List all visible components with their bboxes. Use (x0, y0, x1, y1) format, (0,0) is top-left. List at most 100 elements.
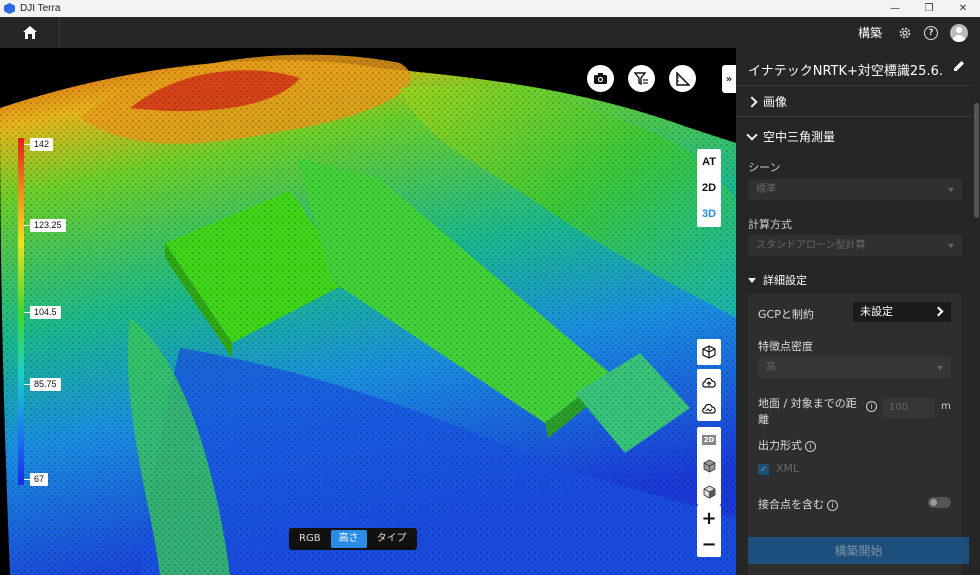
scene-select[interactable]: 標準 (748, 179, 962, 200)
info-icon[interactable]: i (805, 440, 816, 452)
window-title-bar: DJI Terra — ❐ ✕ (0, 0, 980, 17)
view-mode-at[interactable]: AT (697, 149, 721, 175)
zoom-controls: + − (697, 505, 721, 557)
legend-value-min: 67 (30, 473, 49, 486)
tie-points-label: 接合点を含む i (758, 496, 838, 512)
gcp-label: GCPと制約 (758, 308, 814, 321)
measure-button[interactable] (669, 65, 696, 92)
legend-value: 104.5 (30, 306, 61, 319)
feature-density-select[interactable]: 高 (758, 357, 951, 378)
distance-label: 地面 / 対象までの距 (758, 395, 857, 411)
tie-points-text: 接合点を含む (758, 498, 824, 511)
mission-title: イナテックNRTK+対空標識25.6.… (748, 64, 943, 79)
maximize-button[interactable]: ❐ (912, 0, 946, 17)
calc-method-select[interactable]: スタンドアローン型計算 (748, 235, 962, 256)
legend-value: 85.75 (30, 378, 61, 391)
cube-outline-icon (703, 485, 715, 499)
view-mode-switch: AT 2D 3D (697, 149, 721, 227)
dropdown-arrow-icon (948, 188, 954, 192)
home-button[interactable] (0, 17, 60, 48)
height-legend: 142 123.25 104.5 85.75 67 (18, 138, 78, 488)
cloud-icon (702, 403, 716, 414)
model-icon (702, 345, 716, 359)
feature-density-value: 高 (766, 362, 776, 373)
scene-label: シーン (748, 161, 781, 174)
home-icon (22, 26, 37, 39)
screenshot-button[interactable] (587, 65, 614, 92)
app-title: DJI Terra (20, 3, 61, 14)
settings-panel: イナテックNRTK+対空標識25.6.… 画像 空中三角測量 シーン 標準 計算… (736, 48, 980, 575)
gcp-constraints-button[interactable]: 未設定 (853, 302, 951, 322)
chevron-down-icon (746, 128, 758, 141)
images-section-label: 画像 (763, 95, 788, 109)
distance-input[interactable]: 100 (882, 398, 935, 418)
display-tools: 2D (697, 427, 721, 505)
point-cloud-render (0, 48, 736, 575)
legend-value: 123.25 (30, 219, 66, 232)
calc-method-label: 計算方式 (748, 218, 792, 231)
tie-points-toggle[interactable] (928, 497, 951, 508)
info-icon[interactable]: i (827, 499, 838, 511)
avatar[interactable] (950, 23, 968, 42)
close-button[interactable]: ✕ (946, 0, 980, 17)
xml-checkbox[interactable]: ✓ (758, 464, 769, 475)
distance-unit: m (941, 401, 951, 412)
view-mode-3d[interactable]: 3D (697, 201, 721, 227)
chevron-right-icon (746, 95, 758, 108)
start-processing-button[interactable]: 構築開始 (748, 537, 969, 564)
aerotriangulation-section-header[interactable]: 空中三角測量 (746, 128, 836, 145)
model-button[interactable] (697, 339, 721, 365)
images-section-header[interactable]: 画像 (746, 93, 788, 110)
cloud-upload-button[interactable] (697, 369, 721, 395)
color-mode-type[interactable]: タイプ (369, 530, 415, 548)
zoom-in-button[interactable]: + (697, 505, 721, 531)
mode-label[interactable]: 構築 (858, 24, 882, 41)
advanced-settings-label: 詳細設定 (763, 274, 807, 287)
minimize-button[interactable]: — (878, 0, 912, 17)
dropdown-arrow-icon (948, 244, 954, 248)
pencil-icon[interactable] (951, 58, 967, 74)
info-icon[interactable]: i (866, 401, 877, 412)
advanced-settings-header[interactable]: 詳細設定 (748, 272, 807, 288)
distance-label-line1: 地面 / 対象までの距 (758, 397, 857, 410)
output-format-label: 出力形式 i (758, 437, 816, 453)
collapse-panel-button[interactable]: » (722, 65, 736, 93)
divider (736, 116, 972, 117)
model-viewport[interactable]: 142 123.25 104.5 85.75 67 » AT 2D 3D 2D … (0, 48, 736, 575)
color-mode-toggle: RGB 高さ タイプ (289, 528, 417, 550)
app-toolbar: 構築 ? (0, 17, 980, 48)
solid-cube-button[interactable] (697, 453, 721, 479)
calc-method-value: スタンドアローン型計算 (756, 240, 866, 251)
zoom-out-button[interactable]: − (697, 531, 721, 557)
aerotriangulation-label: 空中三角測量 (763, 130, 836, 144)
divider (736, 85, 972, 86)
chevron-right-icon (933, 306, 944, 317)
gear-icon[interactable] (898, 26, 912, 40)
view-mode-2d[interactable]: 2D (697, 175, 721, 201)
panel-scrollbar[interactable] (974, 103, 979, 218)
triangle-down-icon (748, 277, 756, 283)
scene-value: 標準 (756, 184, 776, 195)
2d-icon: 2D (701, 435, 717, 445)
wire-cube-button[interactable] (697, 479, 721, 505)
legend-value-max: 142 (30, 138, 54, 151)
camera-icon (594, 73, 607, 84)
color-mode-rgb[interactable]: RGB (291, 530, 329, 548)
cube-icon (703, 459, 715, 473)
cloud-upload-icon (702, 377, 716, 388)
cloud-tools (697, 369, 721, 421)
color-mode-height[interactable]: 高さ (330, 530, 367, 548)
distance-label-line2: 離 (758, 413, 769, 426)
ruler-icon (675, 71, 690, 86)
app-logo-icon (4, 3, 15, 14)
help-icon[interactable]: ? (924, 25, 938, 40)
dropdown-arrow-icon (937, 366, 943, 370)
model-tools (697, 339, 721, 365)
filter-button[interactable] (628, 65, 655, 92)
output-format-text: 出力形式 (758, 439, 802, 452)
2d-display-button[interactable]: 2D (697, 427, 721, 453)
feature-density-label: 特徴点密度 (758, 340, 813, 353)
gcp-value: 未設定 (860, 305, 893, 318)
cloud-sync-button[interactable] (697, 395, 721, 421)
xml-label: XML (776, 462, 800, 475)
